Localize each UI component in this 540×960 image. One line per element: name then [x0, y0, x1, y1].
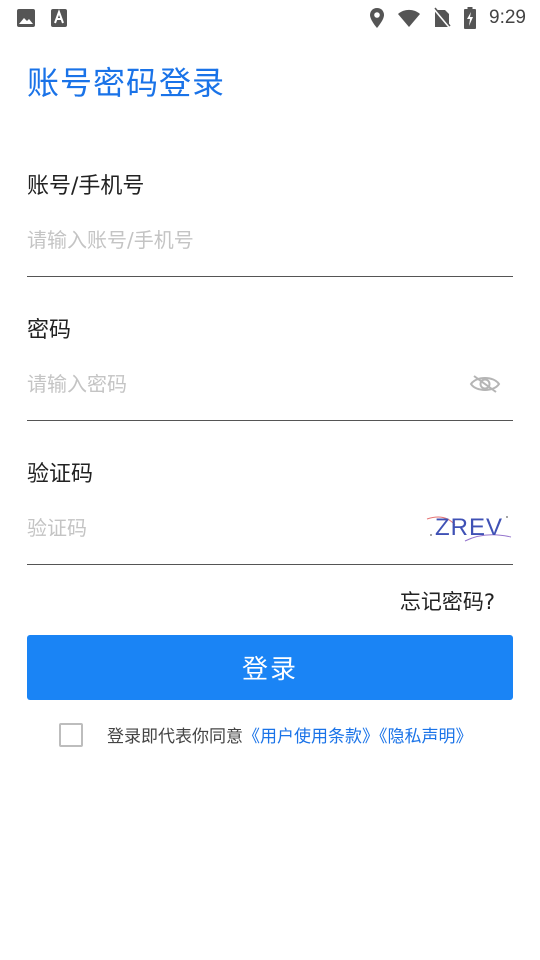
account-input-row: [27, 220, 513, 260]
status-bar: 9:29: [0, 0, 540, 36]
captcha-input-row: ZREV: [27, 508, 513, 548]
eye-icon[interactable]: [469, 373, 501, 395]
forgot-password-link[interactable]: 忘记密码?: [400, 586, 495, 616]
status-left: [0, 8, 68, 28]
no-sim-icon: [433, 7, 451, 29]
text-icon: [50, 8, 68, 28]
password-input[interactable]: [27, 372, 427, 396]
password-underline: [27, 420, 513, 421]
battery-charging-icon: [463, 7, 477, 29]
status-right: 9:29: [369, 7, 540, 29]
wifi-icon: [397, 8, 421, 28]
login-button[interactable]: 登录: [27, 635, 513, 700]
location-icon: [369, 7, 385, 29]
password-field: 密码: [27, 312, 513, 422]
captcha-label: 验证码: [27, 462, 94, 487]
captcha-image[interactable]: ZREV: [425, 511, 513, 545]
account-field: 账号/手机号: [27, 168, 513, 278]
agreement: 登录即代表你同意《用户使用条款》《隐私声明》: [59, 722, 519, 747]
image-icon: [16, 8, 36, 28]
account-input[interactable]: [27, 228, 427, 252]
captcha-input[interactable]: [27, 516, 387, 540]
captcha-text: ZREV: [434, 514, 503, 541]
agree-checkbox[interactable]: [59, 722, 83, 747]
privacy-link[interactable]: 《隐私声明》: [379, 727, 473, 747]
captcha-field: 验证码 ZREV: [27, 456, 513, 566]
agreement-prefix: 登录即代表你同意: [107, 727, 243, 747]
password-input-row: [27, 364, 513, 404]
captcha-underline: [27, 564, 513, 565]
terms-link[interactable]: 《用户使用条款》: [243, 727, 379, 747]
status-time: 9:29: [489, 7, 526, 28]
password-label: 密码: [27, 318, 72, 343]
account-underline: [27, 276, 513, 277]
agreement-text: 登录即代表你同意《用户使用条款》《隐私声明》: [107, 722, 473, 747]
account-label: 账号/手机号: [27, 174, 145, 199]
page-title: 账号密码登录: [27, 64, 226, 102]
